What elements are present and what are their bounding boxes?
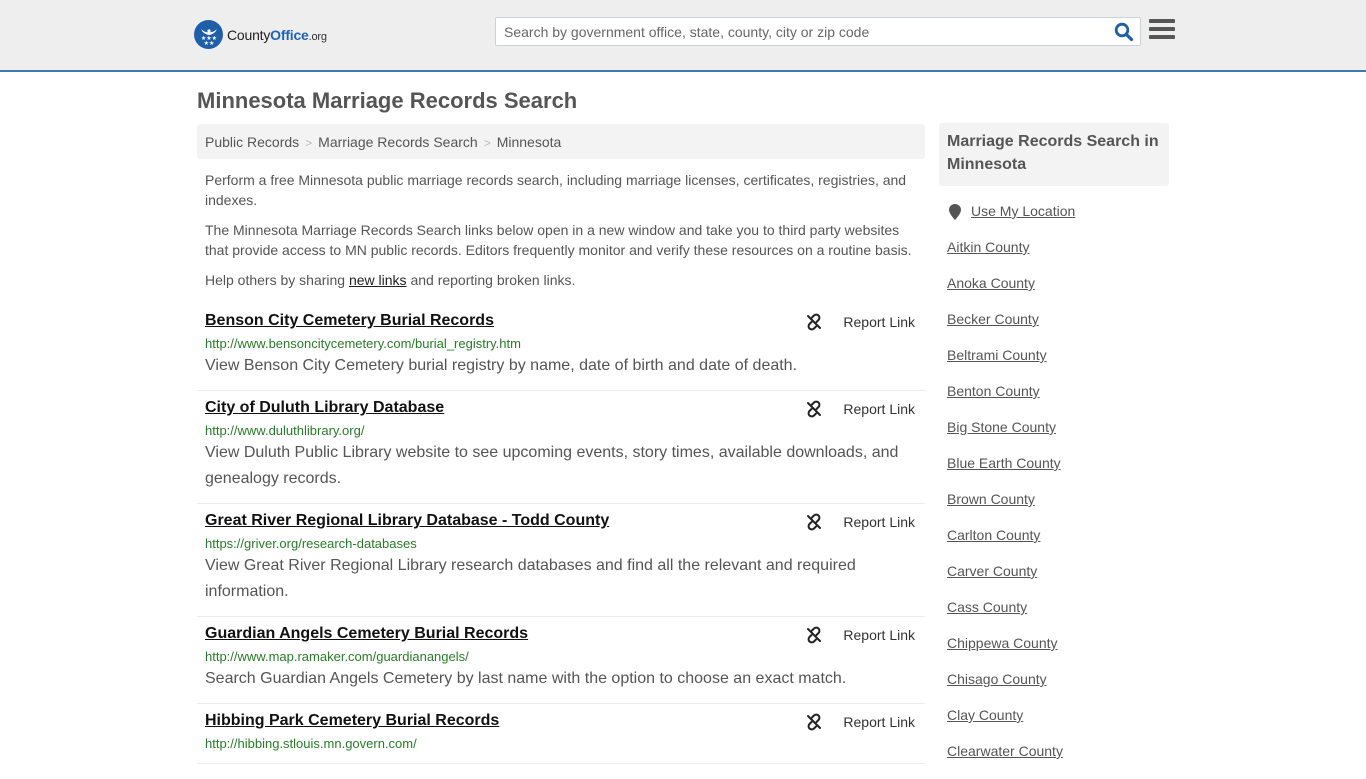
- result-title-link[interactable]: Hibbing Park Cemetery Burial Records: [205, 711, 499, 731]
- county-link[interactable]: Brown County: [947, 491, 1035, 507]
- county-list-item: Blue Earth County: [947, 455, 1169, 491]
- results-list: Benson City Cemetery Burial Records Repor…: [197, 304, 925, 764]
- search-input[interactable]: [496, 18, 1106, 45]
- county-list-item: Becker County: [947, 311, 1169, 347]
- county-list-item: Clearwater County: [947, 743, 1169, 779]
- report-link-label: Report Link: [843, 401, 915, 417]
- county-link[interactable]: Anoka County: [947, 275, 1035, 291]
- breadcrumb: Public Records > Marriage Records Search > M…: [197, 124, 925, 159]
- county-link[interactable]: Carlton County: [947, 527, 1040, 543]
- search-icon[interactable]: [1114, 22, 1134, 42]
- svg-text:★★: ★★: [203, 40, 214, 46]
- breadcrumb-marriage-records-search[interactable]: Marriage Records Search: [318, 134, 478, 150]
- broken-link-icon: [805, 313, 833, 331]
- report-link-label: Report Link: [843, 714, 915, 730]
- breadcrumb-separator: >: [305, 136, 313, 150]
- report-link-label: Report Link: [843, 627, 915, 643]
- result-description: Search Guardian Angels Cemetery by last …: [205, 670, 847, 687]
- county-list-item: Clay County: [947, 707, 1169, 743]
- report-link-button[interactable]: Report Link: [805, 400, 915, 418]
- eagle-stars-logo-icon: ★★★ ★★: [194, 20, 223, 49]
- county-link[interactable]: Benton County: [947, 383, 1040, 399]
- county-list-item: Chippewa County: [947, 635, 1169, 671]
- result-description: View Duluth Public Library website to se…: [205, 444, 899, 487]
- result-title-link[interactable]: Guardian Angels Cemetery Burial Records: [205, 624, 528, 644]
- report-link-button[interactable]: Report Link: [805, 713, 915, 731]
- intro-paragraph-2: The Minnesota Marriage Records Search li…: [205, 222, 912, 258]
- site-header: ★★★ ★★ CountyOffice.org: [0, 0, 1366, 72]
- breadcrumb-separator: >: [483, 136, 491, 150]
- intro-text: Perform a free Minnesota public marriage…: [205, 170, 920, 300]
- county-list-item: Brown County: [947, 491, 1169, 527]
- county-link[interactable]: Beltrami County: [947, 347, 1047, 363]
- use-my-location-item: Use My Location: [947, 203, 1169, 239]
- site-logo[interactable]: ★★★ ★★ CountyOffice.org: [194, 20, 327, 49]
- result-item: Benson City Cemetery Burial Records Repor…: [197, 304, 925, 391]
- logo-wordmark: CountyOffice.org: [227, 26, 327, 43]
- report-link-button[interactable]: Report Link: [805, 626, 915, 644]
- county-list-item: Carlton County: [947, 527, 1169, 563]
- county-list-item: Big Stone County: [947, 419, 1169, 455]
- county-link[interactable]: Blue Earth County: [947, 455, 1061, 471]
- breadcrumb-current: Minnesota: [496, 134, 562, 150]
- search-bar: [495, 17, 1141, 46]
- use-my-location-link[interactable]: Use My Location: [971, 203, 1075, 219]
- broken-link-icon: [805, 626, 833, 644]
- county-link[interactable]: Clearwater County: [947, 743, 1063, 759]
- result-item: Hibbing Park Cemetery Burial Records Repo…: [197, 704, 925, 764]
- result-item: City of Duluth Library Database Report Li…: [197, 391, 925, 504]
- result-url: http://www.bensoncitycemetery.com/burial…: [205, 336, 521, 351]
- result-url: http://www.map.ramaker.com/guardianangel…: [205, 649, 469, 664]
- breadcrumb-public-records[interactable]: Public Records: [205, 134, 299, 150]
- result-item: Great River Regional Library Database - …: [197, 504, 925, 617]
- county-list-item: Aitkin County: [947, 239, 1169, 275]
- sidebar-title: Marriage Records Search in Minnesota: [939, 123, 1169, 186]
- map-pin-icon: [949, 204, 961, 220]
- county-link[interactable]: Chisago County: [947, 671, 1047, 687]
- result-item: Guardian Angels Cemetery Burial Records R…: [197, 617, 925, 704]
- sidebar: Marriage Records Search in Minnesota Use…: [939, 123, 1169, 779]
- county-list-item: Beltrami County: [947, 347, 1169, 383]
- report-link-label: Report Link: [843, 314, 915, 330]
- intro-paragraph-1: Perform a free Minnesota public marriage…: [205, 172, 907, 208]
- result-title-link[interactable]: City of Duluth Library Database: [205, 398, 444, 418]
- county-list-item: Anoka County: [947, 275, 1169, 311]
- result-url: https://griver.org/research-databases: [205, 536, 417, 551]
- county-link[interactable]: Chippewa County: [947, 635, 1058, 651]
- county-link[interactable]: Becker County: [947, 311, 1039, 327]
- broken-link-icon: [805, 513, 833, 531]
- result-url: http://hibbing.stlouis.mn.govern.com/: [205, 736, 417, 751]
- county-list-item: Chisago County: [947, 671, 1169, 707]
- report-link-button[interactable]: Report Link: [805, 513, 915, 531]
- county-link[interactable]: Carver County: [947, 563, 1037, 579]
- report-link-label: Report Link: [843, 514, 915, 530]
- county-list-item: Carver County: [947, 563, 1169, 599]
- report-link-button[interactable]: Report Link: [805, 313, 915, 331]
- broken-link-icon: [805, 713, 833, 731]
- result-title-link[interactable]: Benson City Cemetery Burial Records: [205, 311, 494, 331]
- county-link[interactable]: Big Stone County: [947, 419, 1056, 435]
- hamburger-menu-icon[interactable]: [1149, 19, 1175, 43]
- result-description: View Benson City Cemetery burial registr…: [205, 357, 798, 374]
- page-title: Minnesota Marriage Records Search: [197, 88, 578, 113]
- intro-paragraph-3: Help others by sharing new links and rep…: [205, 272, 576, 288]
- county-list-item: Cass County: [947, 599, 1169, 635]
- county-link[interactable]: Clay County: [947, 707, 1023, 723]
- county-link[interactable]: Aitkin County: [947, 239, 1029, 255]
- result-title-link[interactable]: Great River Regional Library Database - …: [205, 511, 609, 531]
- broken-link-icon: [805, 400, 833, 418]
- result-description: View Great River Regional Library resear…: [205, 557, 856, 600]
- county-link[interactable]: Cass County: [947, 599, 1027, 615]
- county-list: Use My Location Aitkin County Anoka Count…: [939, 203, 1169, 779]
- county-list-item: Benton County: [947, 383, 1169, 419]
- result-url: http://www.duluthlibrary.org/: [205, 423, 365, 438]
- new-links-link[interactable]: new links: [349, 272, 407, 288]
